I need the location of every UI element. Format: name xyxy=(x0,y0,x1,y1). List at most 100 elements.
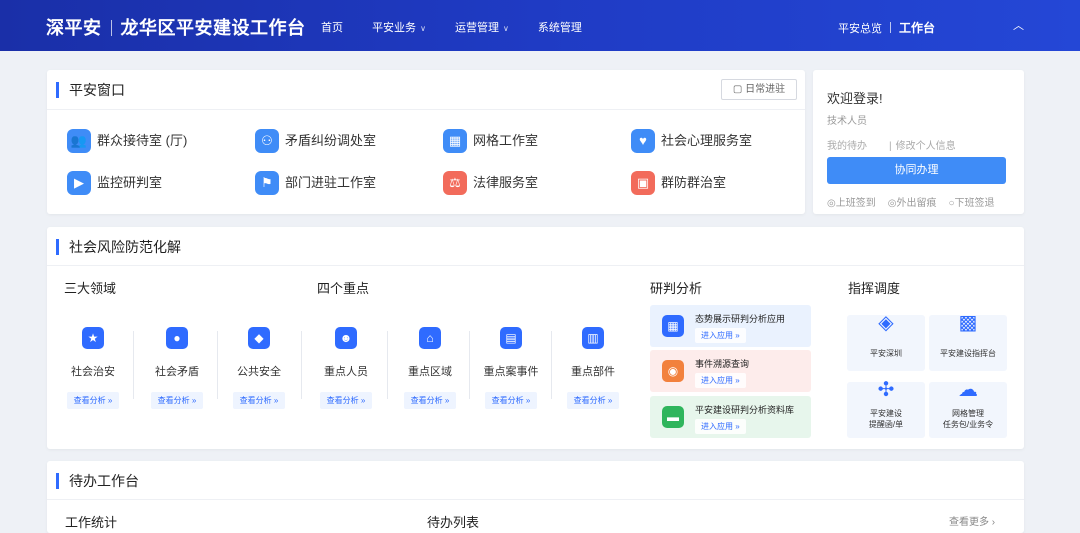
view-analysis-button[interactable]: 查看分析 » xyxy=(232,392,286,409)
view-analysis-button[interactable]: 查看分析 » xyxy=(403,392,457,409)
clock-in-option[interactable]: ◎上班签到 xyxy=(827,198,876,209)
nav-operations[interactable]: 运营管理 ∨ xyxy=(455,22,509,34)
divider xyxy=(551,331,552,399)
section-title: 待办工作台 xyxy=(56,473,139,489)
divider xyxy=(47,499,1024,500)
nav-home[interactable]: 首页 xyxy=(321,22,343,34)
risk-item-key-components: ▥ 重点部件 查看分析 » xyxy=(553,327,633,409)
divider xyxy=(469,331,470,399)
brand: 深平安 龙华区平安建设工作台 xyxy=(46,14,306,40)
command-safe-shenzhen[interactable]: ◈ 平安深圳 xyxy=(847,312,925,371)
main-nav: 首页 平安业务 ∨ 运营管理 ∨ 系统管理 xyxy=(321,19,608,35)
chat-icon: ● xyxy=(166,327,188,349)
chevron-down-icon: ∨ xyxy=(502,24,509,33)
edit-profile-link[interactable]: 修改个人信息 xyxy=(896,141,956,152)
flag-icon: ⚑ xyxy=(255,171,279,195)
divider xyxy=(387,331,388,399)
divider xyxy=(47,265,1024,266)
risk-item-public-security: ★ 社会治安 查看分析 » xyxy=(53,327,133,409)
view-analysis-button[interactable]: 查看分析 » xyxy=(66,392,120,409)
heart-hand-icon: ♥ xyxy=(631,129,655,153)
risk-prevention-panel: 社会风险防范化解 三大领域 四个重点 研判分析 指挥调度 ★ 社会治安 查看分析 »… xyxy=(47,227,1024,449)
analysis-app-database[interactable]: ▬ 平安建设研判分析资料库 进入应用 » xyxy=(650,396,811,438)
nav-system[interactable]: 系统管理 xyxy=(538,22,582,34)
window-item-mass-defense[interactable]: ▣ 群防群治室 xyxy=(631,170,726,196)
network-icon: ✣ xyxy=(877,379,895,401)
scales-icon: ⚖ xyxy=(443,171,467,195)
clock-out-option[interactable]: ○下班签退 xyxy=(948,198,994,209)
window-item-monitoring[interactable]: ▶ 监控研判室 xyxy=(67,170,162,196)
outing-record-option[interactable]: ◎外出留痕 xyxy=(888,198,937,209)
brand-divider xyxy=(110,20,112,36)
section-title: 平安窗口 xyxy=(56,82,125,98)
analysis-app-situation[interactable]: ▦ 态势展示研判分析应用 进入应用 » xyxy=(650,305,811,347)
my-todo-link[interactable]: 我的待办 xyxy=(827,141,867,152)
section-title: 社会风险防范化解 xyxy=(56,239,181,255)
risk-item-social-conflict: ● 社会矛盾 查看分析 » xyxy=(137,327,217,409)
window-item-legal[interactable]: ⚖ 法律服务室 xyxy=(443,170,538,196)
video-icon: ▶ xyxy=(67,171,91,195)
view-switch: 平安总览 工作台 xyxy=(838,19,935,36)
nav-overview[interactable]: 平安总览 xyxy=(838,23,882,35)
welcome-title: 欢迎登录! xyxy=(827,91,883,106)
window-item-psych-service[interactable]: ♥ 社会心理服务室 xyxy=(631,128,752,154)
collaborate-button[interactable]: 协同办理 xyxy=(827,157,1006,184)
building-icon: ▩ xyxy=(958,312,978,334)
window-item-reception[interactable]: 👥 群众接待室 (厅) xyxy=(67,128,187,154)
view-analysis-button[interactable]: 查看分析 » xyxy=(566,392,620,409)
shield-star-icon: ★ xyxy=(82,327,104,349)
brand-name: 深平安 xyxy=(46,18,102,38)
link-divider: | xyxy=(889,141,892,152)
window-item-department[interactable]: ⚑ 部门进驻工作室 xyxy=(255,170,376,196)
books-icon: ▥ xyxy=(582,327,604,349)
risk-item-key-persons: ☻ 重点人员 查看分析 » xyxy=(306,327,386,409)
enter-app-button[interactable]: 进入应用 » xyxy=(695,328,746,343)
user-role: 技术人员 xyxy=(827,116,867,127)
top-bar: 深平安 龙华区平安建设工作台 首页 平安业务 ∨ 运营管理 ∨ 系统管理 平安总览 工作… xyxy=(0,0,1080,51)
safety-window-panel: 平安窗口 ▢ 日常进驻 👥 群众接待室 (厅) ⚇ 矛盾纠纷调处室 ▦ 网格工作室 ♥… xyxy=(47,70,805,214)
view-analysis-button[interactable]: 查看分析 » xyxy=(319,392,373,409)
command-grid-task[interactable]: ☁ 网格管理 任务包/业务令 xyxy=(929,379,1007,438)
group-title-domains: 三大领域 xyxy=(64,281,117,296)
risk-item-key-areas: ⌂ 重点区域 查看分析 » xyxy=(390,327,470,409)
nav-divider xyxy=(890,22,891,33)
nav-safety-business[interactable]: 平安业务 ∨ xyxy=(372,22,426,34)
risk-item-key-cases: ▤ 重点案事件 查看分析 » xyxy=(471,327,551,409)
mediation-icon: ⚇ xyxy=(255,129,279,153)
divider xyxy=(301,331,302,399)
enter-app-button[interactable]: 进入应用 » xyxy=(695,419,746,434)
group-title-command: 指挥调度 xyxy=(848,281,901,296)
divider xyxy=(47,109,805,110)
window-item-grid-office[interactable]: ▦ 网格工作室 xyxy=(443,128,538,154)
person-icon: ☻ xyxy=(335,327,357,349)
enter-app-button[interactable]: 进入应用 » xyxy=(695,373,746,388)
window-item-mediation[interactable]: ⚇ 矛盾纠纷调处室 xyxy=(255,128,376,154)
case-file-icon: ▤ xyxy=(500,327,522,349)
welcome-panel: 欢迎登录! 技术人员 我的待办 | 修改个人信息 协同办理 ◎上班签到 ◎外出留痕 ○下… xyxy=(813,70,1024,214)
layers-icon: ◈ xyxy=(878,312,894,334)
command-console[interactable]: ▩ 平安建设指挥台 xyxy=(929,312,1007,371)
work-stats-title: 工作统计 xyxy=(65,515,118,530)
dashboard-icon: ▦ xyxy=(662,315,684,337)
command-reminder-letter[interactable]: ✣ 平安建设 提醒函/单 xyxy=(847,379,925,438)
analysis-app-event-trace[interactable]: ◉ 事件溯源查询 进入应用 » xyxy=(650,350,811,392)
daily-checkin-button[interactable]: ▢ 日常进驻 xyxy=(721,79,797,100)
chevron-up-icon[interactable]: ︿ xyxy=(1013,17,1024,33)
map-pin-icon: ⌂ xyxy=(419,327,441,349)
group-title-analysis: 研判分析 xyxy=(650,281,703,296)
risk-item-public-safety: ◆ 公共安全 查看分析 » xyxy=(219,327,299,409)
group-title-key-points: 四个重点 xyxy=(317,281,370,296)
view-more-link[interactable]: 查看更多 › xyxy=(949,513,995,528)
calendar-icon: ▢ xyxy=(732,84,746,95)
people-icon: 👥 xyxy=(67,129,91,153)
todo-panel: 待办工作台 工作统计 待办列表 查看更多 › xyxy=(47,461,1024,533)
cloud-icon: ☁ xyxy=(958,379,978,401)
brand-subtitle: 龙华区平安建设工作台 xyxy=(120,18,306,38)
view-analysis-button[interactable]: 查看分析 » xyxy=(484,392,538,409)
shield-group-icon: ▣ xyxy=(631,171,655,195)
grid-icon: ▦ xyxy=(443,129,467,153)
todo-list-title: 待办列表 xyxy=(427,515,480,530)
view-analysis-button[interactable]: 查看分析 » xyxy=(150,392,204,409)
folder-icon: ▬ xyxy=(662,406,684,428)
nav-workbench[interactable]: 工作台 xyxy=(899,21,935,35)
